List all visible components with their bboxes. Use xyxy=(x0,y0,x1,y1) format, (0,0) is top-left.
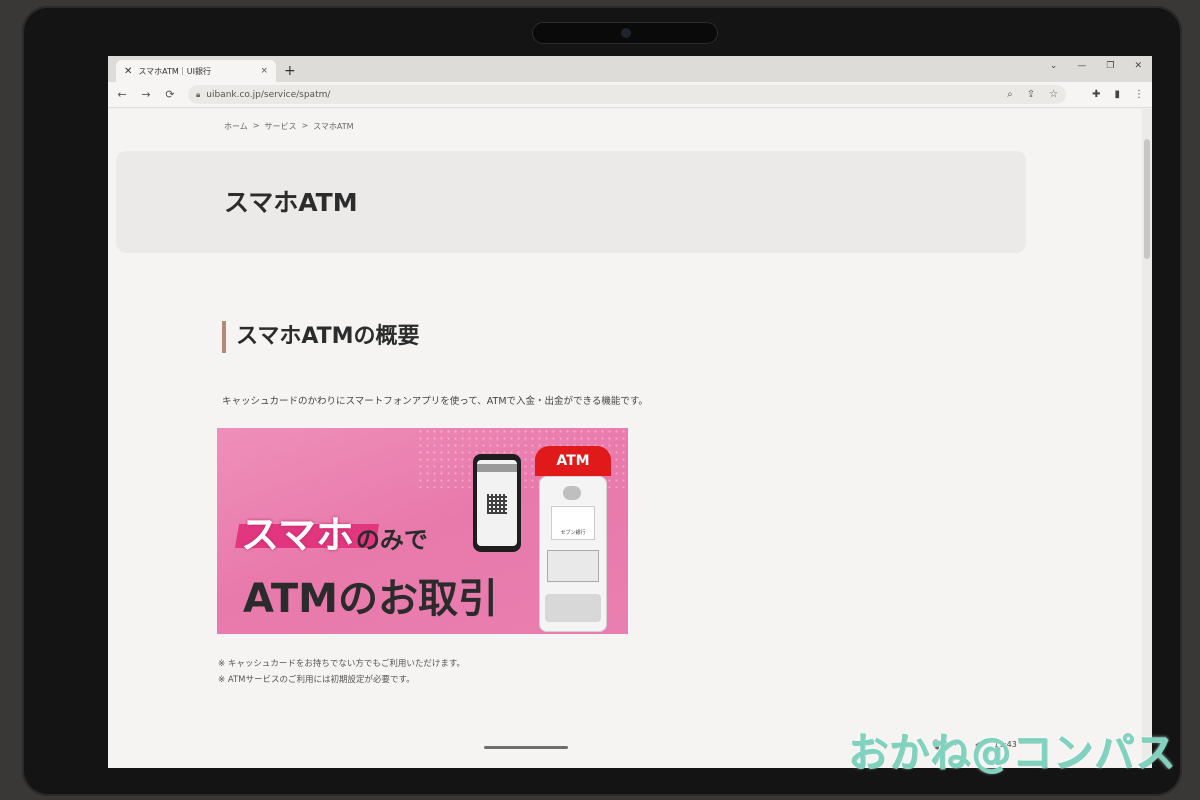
reload-icon[interactable]: ⟳ xyxy=(164,88,176,101)
address-bar[interactable]: 🔒︎ uibank.co.jp/service/spatm/ ⌕ ⇪ ☆ xyxy=(188,85,1067,104)
omnibox-actions: ⌕ ⇪ ☆ xyxy=(1007,89,1058,100)
toolbar-actions: ✚ ▮ ⋮ xyxy=(1092,89,1144,100)
phone-app-bar xyxy=(477,464,517,472)
tab-bar: ✕ スマホATM｜UI銀行 × + ⌄ — ❐ ✕ xyxy=(108,56,1152,82)
breadcrumb-home-link[interactable]: ホーム xyxy=(224,121,248,132)
side-panel-icon[interactable]: ▮ xyxy=(1114,89,1120,100)
zoom-icon[interactable]: ⌕ xyxy=(1007,89,1013,100)
watermark-logo: おかね@コンパス xyxy=(848,730,1176,776)
title-card: スマホATM xyxy=(116,151,1026,253)
close-window-icon[interactable]: ✕ xyxy=(1134,61,1142,71)
section-heading: スマホATMの概要 xyxy=(222,321,420,353)
page-title: スマホATM xyxy=(224,188,358,217)
share-icon[interactable]: ⇪ xyxy=(1027,89,1035,100)
tab-title: スマホATM｜UI銀行 xyxy=(138,66,212,76)
qr-code-icon xyxy=(487,494,507,514)
breadcrumb-current: スマホATM xyxy=(313,122,354,131)
back-icon[interactable]: ← xyxy=(116,88,128,101)
atm-body: セブン銀行 xyxy=(539,476,607,632)
minimize-icon[interactable]: — xyxy=(1077,61,1086,71)
extensions-icon[interactable]: ✚ xyxy=(1092,89,1100,100)
breadcrumb-separator: > xyxy=(252,121,260,130)
atm-logo: セブン銀行 xyxy=(551,506,595,540)
banner-highlight-text: スマホ xyxy=(241,513,354,557)
atm-screen xyxy=(547,550,599,582)
browser-toolbar: ← → ⟳ 🔒︎ uibank.co.jp/service/spatm/ ⌕ ⇪… xyxy=(108,82,1152,108)
banner-line1-rest: のみで xyxy=(355,526,428,554)
phone-screen xyxy=(477,460,517,546)
forward-icon[interactable]: → xyxy=(140,88,152,101)
intro-text: キャッシュカードのかわりにスマートフォンアプリを使って、ATMで入金・出金ができ… xyxy=(222,396,648,407)
atm-camera-icon xyxy=(563,486,581,500)
bookmark-star-icon[interactable]: ☆ xyxy=(1049,89,1058,100)
smartphone-illustration xyxy=(473,454,521,552)
tab-close-icon[interactable]: × xyxy=(260,66,268,76)
tab-search-icon[interactable]: ⌄ xyxy=(1050,61,1058,71)
browser-tab[interactable]: ✕ スマホATM｜UI銀行 × xyxy=(116,60,276,82)
home-indicator[interactable] xyxy=(484,746,568,749)
atm-sign: ATM xyxy=(535,446,611,476)
breadcrumb-separator: > xyxy=(301,121,309,130)
note-setup-required: ※ ATMサービスのご利用には初期設定が必要です。 xyxy=(218,675,415,685)
camera-icon xyxy=(621,28,631,38)
banner-headline-line1: スマホのみで xyxy=(241,504,428,559)
breadcrumb: ホーム > サービス > スマホATM xyxy=(224,121,354,132)
camera-notch xyxy=(532,22,718,44)
url-text: uibank.co.jp/service/spatm/ xyxy=(206,89,331,100)
new-tab-button[interactable]: + xyxy=(284,63,296,79)
site-favicon-icon: ✕ xyxy=(124,65,133,77)
atm-illustration: ATM セブン銀行 xyxy=(535,446,611,632)
breadcrumb-service-link[interactable]: サービス xyxy=(264,121,296,132)
window-controls: ⌄ — ❐ ✕ xyxy=(1050,61,1142,71)
screen: ✕ スマホATM｜UI銀行 × + ⌄ — ❐ ✕ ← → ⟳ 🔒︎ uiban… xyxy=(108,56,1152,768)
lock-icon: 🔒︎ xyxy=(196,89,201,99)
web-page: ホーム > サービス > スマホATM スマホATM スマホATMの概要 キャッ… xyxy=(108,109,1152,768)
smartphone-atm-banner: スマホのみで ATMのお取引 ATM セブン銀行 xyxy=(217,428,628,634)
maximize-icon[interactable]: ❐ xyxy=(1106,61,1114,71)
scroll-thumb[interactable] xyxy=(1144,139,1150,259)
atm-cash-tray xyxy=(545,594,601,622)
tablet-frame: ✕ スマホATM｜UI銀行 × + ⌄ — ❐ ✕ ← → ⟳ 🔒︎ uiban… xyxy=(22,6,1182,796)
note-no-card: ※ キャッシュカードをお持ちでない方でもご利用いただけます。 xyxy=(218,659,465,669)
banner-headline-line2: ATMのお取引 xyxy=(243,576,498,622)
page-scrollbar[interactable] xyxy=(1142,109,1152,768)
menu-kebab-icon[interactable]: ⋮ xyxy=(1134,89,1144,100)
